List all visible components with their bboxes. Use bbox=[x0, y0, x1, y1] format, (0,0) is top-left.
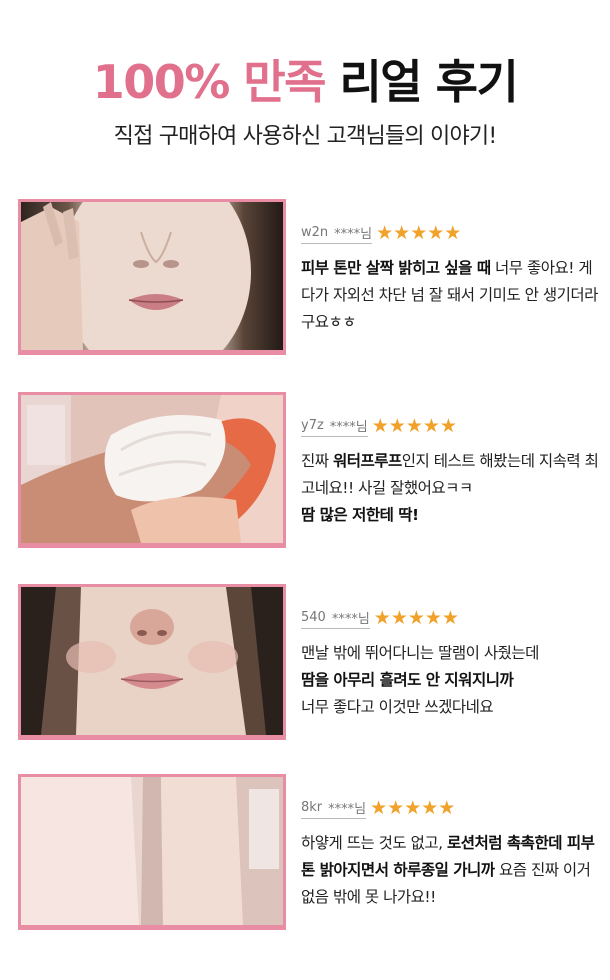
review-body: 540 ****님 ★★★★★ 맨날 밖에 뛰어다니는 딸램이 사줬는데땀을 아… bbox=[301, 606, 601, 721]
reviewer-handle: y7z bbox=[301, 417, 324, 433]
cream-swatch-image bbox=[21, 395, 283, 543]
face-closeup-image bbox=[21, 202, 283, 350]
review-text: 진짜 워터프루프인지 테스트 해봤는데 지속력 최고네요!! 사길 잘했어요ㅋㅋ… bbox=[301, 448, 601, 529]
review-card: w2n ****님 ★★★★★ 피부 톤만 살짝 밝히고 싶을 때 너무 좋아요… bbox=[18, 199, 601, 355]
review-meta: w2n ****님 ★★★★★ bbox=[301, 221, 601, 245]
review-meta: 8kr ****님 ★★★★★ bbox=[301, 796, 601, 820]
face-closeup-image-2 bbox=[21, 587, 283, 735]
review-body: y7z ****님 ★★★★★ 진짜 워터프루프인지 테스트 해봤는데 지속력 … bbox=[301, 414, 601, 529]
reviewer-mask: ****님 bbox=[331, 611, 370, 627]
review-highlight: 워터프루프 bbox=[332, 452, 402, 470]
title-accent: 100% 만족 bbox=[92, 55, 327, 109]
review-text-pre: 진짜 bbox=[301, 452, 333, 470]
review-card: y7z ****님 ★★★★★ 진짜 워터프루프인지 테스트 해봤는데 지속력 … bbox=[18, 392, 601, 548]
reviewer-mask: ****님 bbox=[334, 226, 373, 242]
review-text-line-1: 맨날 밖에 뛰어다니는 딸램이 사줬는데 bbox=[301, 644, 539, 662]
review-photo-arm bbox=[18, 774, 286, 930]
review-highlight: 땀을 아무리 흘려도 안 지워지니까 bbox=[301, 671, 514, 689]
page-subtitle: 직접 구매하여 사용하신 고객님들의 이야기! bbox=[113, 124, 498, 149]
review-photo-swatch bbox=[18, 392, 286, 548]
reviewer-id: w2n ****님 bbox=[301, 223, 373, 244]
page-title: 100% 만족 리얼 후기 bbox=[0, 52, 610, 112]
review-photo-face bbox=[18, 584, 286, 740]
forearm-image bbox=[21, 777, 283, 925]
reviewer-mask: ****님 bbox=[329, 419, 368, 435]
star-rating: ★★★★★ bbox=[371, 415, 457, 437]
review-body: 8kr ****님 ★★★★★ 하얗게 뜨는 것도 없고, 로션처럼 촉촉한데 … bbox=[301, 796, 601, 911]
reviewer-handle: w2n bbox=[301, 224, 329, 240]
title-rest: 리얼 후기 bbox=[339, 55, 518, 109]
review-text-pre: 하얗게 뜨는 것도 없고, bbox=[301, 834, 447, 852]
reviewer-handle: 540 bbox=[301, 609, 326, 625]
review-meta: y7z ****님 ★★★★★ bbox=[301, 414, 601, 438]
reviewer-id: 8kr ****님 bbox=[301, 798, 367, 819]
review-text: 맨날 밖에 뛰어다니는 딸램이 사줬는데땀을 아무리 흘려도 안 지워지니까너무… bbox=[301, 640, 601, 721]
review-photo-face bbox=[18, 199, 286, 355]
star-rating: ★★★★★ bbox=[376, 222, 462, 244]
star-rating: ★★★★★ bbox=[373, 607, 459, 629]
review-body: w2n ****님 ★★★★★ 피부 톤만 살짝 밝히고 싶을 때 너무 좋아요… bbox=[301, 221, 601, 336]
reviewer-id: y7z ****님 bbox=[301, 416, 368, 437]
star-rating: ★★★★★ bbox=[370, 797, 456, 819]
review-meta: 540 ****님 ★★★★★ bbox=[301, 606, 601, 630]
reviewer-handle: 8kr bbox=[301, 799, 323, 815]
review-highlight: 피부 톤만 살짝 밝히고 싶을 때 bbox=[301, 259, 491, 277]
review-text: 하얗게 뜨는 것도 없고, 로션처럼 촉촉한데 피부톤 밝아지면서 하루종일 가… bbox=[301, 830, 601, 911]
review-card: 8kr ****님 ★★★★★ 하얗게 뜨는 것도 없고, 로션처럼 촉촉한데 … bbox=[18, 774, 601, 930]
reviewer-mask: ****님 bbox=[328, 801, 367, 817]
review-text-line-3: 너무 좋다고 이것만 쓰겠다네요 bbox=[301, 698, 494, 716]
reviewer-id: 540 ****님 bbox=[301, 608, 370, 629]
review-text: 피부 톤만 살짝 밝히고 싶을 때 너무 좋아요! 게다가 자외선 차단 넘 잘… bbox=[301, 255, 601, 336]
hero-header: 100% 만족 리얼 후기 직접 구매하여 사용하신 고객님들의 이야기! bbox=[0, 52, 610, 152]
review-card: 540 ****님 ★★★★★ 맨날 밖에 뛰어다니는 딸램이 사줬는데땀을 아… bbox=[18, 584, 601, 740]
review-highlight-2: 땀 많은 저한테 딱! bbox=[301, 506, 419, 524]
